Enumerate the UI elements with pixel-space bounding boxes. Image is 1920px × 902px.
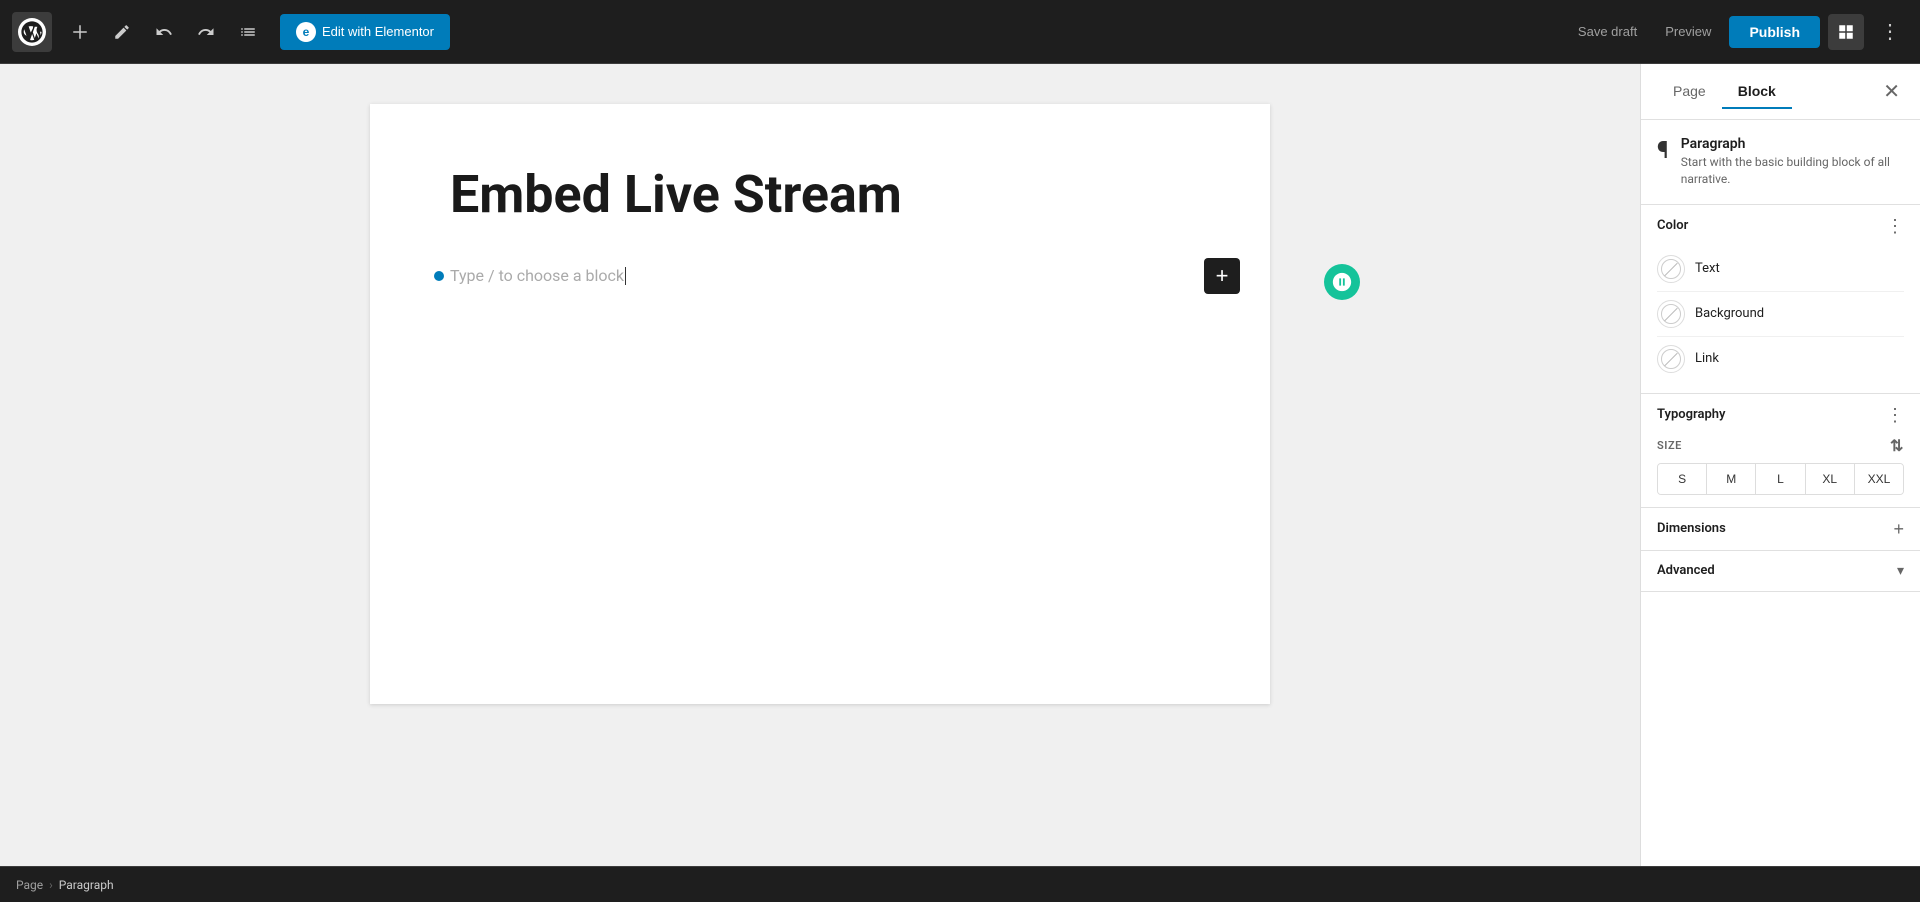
tab-page[interactable]: Page: [1657, 75, 1722, 109]
link-color-swatch[interactable]: [1657, 345, 1685, 373]
toolbar: e Edit with Elementor Save draft Preview…: [0, 0, 1920, 64]
right-panel: Page Block ✕ ¶ Paragraph Start with the …: [1640, 64, 1920, 866]
breadcrumb-page[interactable]: Page: [16, 878, 43, 892]
size-l-btn[interactable]: L: [1756, 464, 1805, 494]
placeholder-text: Type / to choose a block: [450, 266, 624, 285]
block-details: Paragraph Start with the basic building …: [1681, 136, 1904, 188]
background-color-label: Background: [1695, 306, 1764, 321]
selection-indicator: [434, 271, 444, 281]
size-xl-btn[interactable]: XL: [1806, 464, 1855, 494]
dimensions-title: Dimensions: [1657, 521, 1726, 536]
typography-section-title: Typography: [1657, 407, 1726, 422]
text-color-swatch[interactable]: [1657, 255, 1685, 283]
color-text-option[interactable]: Text: [1657, 247, 1904, 292]
block-placeholder[interactable]: Type / to choose a block: [450, 262, 626, 289]
tab-block[interactable]: Block: [1722, 75, 1792, 109]
edit-elementor-btn[interactable]: e Edit with Elementor: [280, 14, 450, 50]
text-cursor: [625, 267, 626, 285]
list-view-btn[interactable]: [230, 14, 266, 50]
panel-header: Page Block ✕: [1641, 64, 1920, 120]
paragraph-icon: ¶: [1657, 136, 1669, 164]
block-area[interactable]: Type / to choose a block +: [450, 266, 1190, 285]
text-color-label: Text: [1695, 261, 1720, 276]
panel-tabs: Page Block: [1657, 75, 1792, 109]
publish-btn[interactable]: Publish: [1729, 16, 1820, 48]
more-options-btn[interactable]: ⋮: [1872, 14, 1908, 50]
advanced-title: Advanced: [1657, 563, 1715, 578]
advanced-section: Advanced ▾: [1641, 551, 1920, 592]
size-m-btn[interactable]: M: [1707, 464, 1756, 494]
color-options: Text Background Link: [1641, 247, 1920, 393]
grammarly-icon[interactable]: [1324, 264, 1360, 300]
advanced-section-header[interactable]: Advanced ▾: [1641, 551, 1920, 591]
canvas-inner: Embed Live Stream Type / to choose a blo…: [370, 104, 1270, 704]
page-title: Embed Live Stream: [450, 164, 1190, 226]
preview-btn[interactable]: Preview: [1655, 18, 1721, 45]
typography-section-header[interactable]: Typography ⋮: [1641, 394, 1920, 436]
dimensions-add-btn[interactable]: +: [1893, 520, 1904, 538]
typography-section: Typography ⋮ SIZE ⇅ S M L XL XXL: [1641, 394, 1920, 508]
size-label: SIZE ⇅: [1657, 436, 1904, 455]
tools-btn[interactable]: [104, 14, 140, 50]
block-title: Paragraph: [1681, 136, 1904, 152]
background-color-swatch[interactable]: [1657, 300, 1685, 328]
size-xxl-btn[interactable]: XXL: [1855, 464, 1903, 494]
background-color-inner: [1661, 304, 1681, 324]
dimensions-section: Dimensions +: [1641, 508, 1920, 551]
color-options-btn[interactable]: ⋮: [1886, 217, 1904, 235]
undo-btn[interactable]: [146, 14, 182, 50]
size-label-text: SIZE: [1657, 439, 1682, 452]
elementor-icon: e: [296, 22, 316, 42]
panel-close-btn[interactable]: ✕: [1879, 78, 1904, 106]
typography-content: SIZE ⇅ S M L XL XXL: [1641, 436, 1920, 507]
color-section-header[interactable]: Color ⋮: [1641, 205, 1920, 247]
canvas: Embed Live Stream Type / to choose a blo…: [0, 64, 1640, 866]
size-s-btn[interactable]: S: [1658, 464, 1707, 494]
view-toggle-btn[interactable]: [1828, 14, 1864, 50]
text-color-inner: [1661, 259, 1681, 279]
add-block-toolbar-btn[interactable]: [62, 14, 98, 50]
wp-logo: [12, 12, 52, 52]
toolbar-right: Save draft Preview Publish ⋮: [1568, 14, 1908, 50]
save-draft-btn[interactable]: Save draft: [1568, 18, 1647, 45]
block-description: Start with the basic building block of a…: [1681, 154, 1904, 188]
add-block-canvas-btn[interactable]: +: [1204, 258, 1240, 294]
main-area: Embed Live Stream Type / to choose a blo…: [0, 64, 1920, 866]
breadcrumb-current: Paragraph: [59, 878, 114, 892]
size-buttons: S M L XL XXL: [1657, 463, 1904, 495]
block-info: ¶ Paragraph Start with the basic buildin…: [1641, 120, 1920, 205]
advanced-chevron-icon: ▾: [1897, 563, 1904, 579]
edit-elementor-label: Edit with Elementor: [322, 24, 434, 39]
color-link-option[interactable]: Link: [1657, 337, 1904, 381]
color-background-option[interactable]: Background: [1657, 292, 1904, 337]
breadcrumb-separator: ›: [49, 878, 53, 892]
size-options-icon[interactable]: ⇅: [1890, 436, 1904, 455]
breadcrumb-bar: Page › Paragraph: [0, 866, 1920, 902]
link-color-label: Link: [1695, 351, 1719, 366]
color-section-title: Color: [1657, 218, 1688, 233]
link-color-inner: [1661, 349, 1681, 369]
dimensions-section-header[interactable]: Dimensions +: [1641, 508, 1920, 550]
typography-options-btn[interactable]: ⋮: [1886, 406, 1904, 424]
redo-btn[interactable]: [188, 14, 224, 50]
color-section: Color ⋮ Text Background: [1641, 205, 1920, 394]
